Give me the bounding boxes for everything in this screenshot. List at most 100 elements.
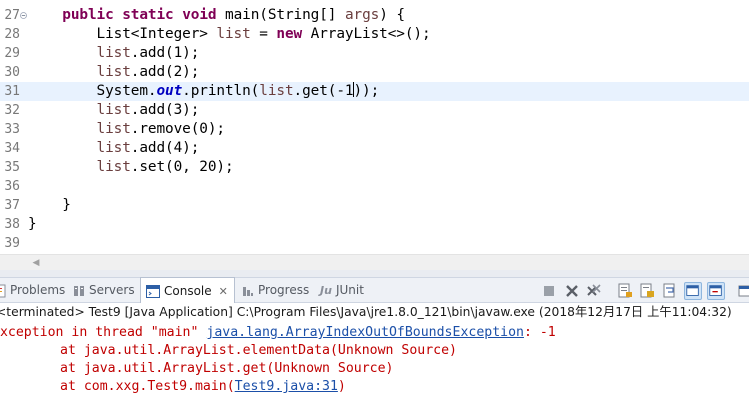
panel-divider[interactable] bbox=[0, 270, 749, 277]
tab-problems-label: Problems bbox=[10, 283, 66, 297]
code-line[interactable]: 28 List<Integer> list = new ArrayList<>(… bbox=[0, 25, 749, 44]
code-token-kw: void bbox=[182, 7, 217, 23]
code-token-kw: public bbox=[62, 7, 114, 23]
code-token-var: list bbox=[216, 26, 251, 42]
code-line[interactable]: 37 } bbox=[0, 196, 749, 215]
code-token: .println( bbox=[182, 83, 260, 99]
stack-frame-line: at java.util.ArrayList.get(Unknown Sourc… bbox=[0, 360, 749, 378]
line-number: 37 bbox=[4, 198, 20, 213]
line-number: 38 bbox=[4, 217, 20, 232]
fold-collapse-icon[interactable] bbox=[20, 12, 27, 19]
remove-all-terminated-icon[interactable] bbox=[585, 282, 603, 300]
stack-frame-line: at java.util.ArrayList.elementData(Unkno… bbox=[0, 342, 749, 360]
tab-problems[interactable]: Problems bbox=[0, 278, 65, 303]
exception-prefix: Exception in thread "main" bbox=[0, 325, 207, 340]
code-editor[interactable]: 27 public static void main(String[] args… bbox=[0, 0, 749, 254]
code-token: .add(1); bbox=[130, 45, 200, 61]
word-wrap-icon[interactable] bbox=[661, 282, 679, 300]
clear-console-icon[interactable] bbox=[616, 282, 634, 300]
tab-progress[interactable]: Progress bbox=[242, 278, 309, 303]
line-number: 34 bbox=[4, 141, 20, 156]
stack-frame-text: at com.xxg.Test9.main( bbox=[60, 379, 235, 394]
code-text: list.add(4); bbox=[28, 139, 200, 158]
code-token-var: list bbox=[96, 159, 131, 175]
show-console-on-error-icon[interactable] bbox=[707, 282, 725, 300]
console-output[interactable]: <terminated> Test9 [Java Application] C:… bbox=[0, 303, 749, 400]
terminate-icon[interactable] bbox=[540, 282, 558, 300]
code-line[interactable]: 32 list.add(3); bbox=[0, 101, 749, 120]
code-token-var: list bbox=[96, 64, 131, 80]
tab-progress-label: Progress bbox=[258, 283, 310, 297]
code-token: .set(0, 20); bbox=[130, 159, 234, 175]
code-token: .get(-1 bbox=[293, 83, 354, 99]
line-number: 39 bbox=[4, 236, 20, 251]
code-token: ArrayList<>(); bbox=[302, 26, 431, 42]
tab-console-close-icon[interactable]: ✕ bbox=[219, 279, 228, 305]
scroll-lock-icon[interactable] bbox=[638, 282, 656, 300]
code-token: = bbox=[250, 26, 277, 42]
code-token-var: list bbox=[96, 45, 131, 61]
line-number: 35 bbox=[4, 160, 20, 175]
tab-servers[interactable]: Servers bbox=[73, 278, 135, 303]
code-text: } bbox=[28, 215, 37, 234]
remove-launch-icon[interactable] bbox=[563, 282, 581, 300]
code-token: .remove(0); bbox=[130, 121, 225, 137]
exception-class-link[interactable]: java.lang.ArrayIndexOutOfBoundsException bbox=[206, 325, 524, 340]
code-text: list.remove(0); bbox=[28, 120, 226, 139]
line-number: 31 bbox=[4, 84, 20, 99]
line-number: 28 bbox=[4, 27, 20, 42]
code-line[interactable]: 30 list.add(2); bbox=[0, 63, 749, 82]
console-icon bbox=[146, 285, 160, 298]
code-line[interactable]: 36 bbox=[0, 177, 749, 196]
tab-servers-label: Servers bbox=[89, 283, 135, 297]
exception-message: : -1 bbox=[523, 325, 556, 340]
source-location-link[interactable]: Test9.java:31 bbox=[235, 379, 338, 394]
code-text: list.add(3); bbox=[28, 101, 200, 120]
line-number: 33 bbox=[4, 122, 20, 137]
stack-frame-line: at com.xxg.Test9.main(Test9.java:31) bbox=[0, 378, 749, 396]
code-token-var: list bbox=[96, 102, 131, 118]
code-line[interactable]: 29 list.add(1); bbox=[0, 44, 749, 63]
code-token: .add(3); bbox=[130, 102, 200, 118]
code-token-kw: new bbox=[276, 26, 303, 42]
code-token: ) { bbox=[379, 7, 405, 23]
code-token-kw: static bbox=[122, 7, 174, 23]
stack-frame-close: ) bbox=[337, 379, 346, 394]
code-text: List<Integer> list = new ArrayList<>(); bbox=[28, 25, 431, 44]
code-line[interactable]: 39 bbox=[0, 234, 749, 253]
code-line[interactable]: 34 list.add(4); bbox=[0, 139, 749, 158]
code-line[interactable]: 38} bbox=[0, 215, 749, 234]
scroll-left-arrow-icon[interactable]: ◀ bbox=[30, 257, 42, 269]
problems-icon bbox=[0, 284, 6, 297]
progress-icon bbox=[243, 286, 253, 296]
code-text: list.set(0, 20); bbox=[28, 158, 234, 177]
tab-console[interactable]: Console ✕ bbox=[140, 277, 235, 304]
code-line[interactable]: 27 public static void main(String[] args… bbox=[0, 6, 749, 25]
code-line[interactable]: 35 list.set(0, 20); bbox=[0, 158, 749, 177]
stack-frame-text: at java.util.ArrayList.elementData(Unkno… bbox=[60, 343, 457, 358]
code-line[interactable]: 31 System.out.println(list.get(-1)); bbox=[0, 82, 749, 101]
code-token: List<Integer> bbox=[28, 26, 217, 42]
code-token: } bbox=[28, 197, 71, 213]
code-token: } bbox=[28, 216, 37, 232]
line-number: 27 bbox=[4, 8, 20, 23]
code-text: public static void main(String[] args) { bbox=[28, 6, 405, 25]
code-token: System. bbox=[28, 83, 157, 99]
show-console-on-output-icon[interactable] bbox=[684, 282, 702, 300]
pin-console-icon[interactable] bbox=[738, 282, 749, 300]
tab-junit[interactable]: Ju JUnit bbox=[320, 278, 364, 303]
line-number: 32 bbox=[4, 103, 20, 118]
junit-icon: Ju bbox=[320, 284, 332, 297]
code-token-param: args bbox=[344, 7, 380, 23]
code-token: .add(4); bbox=[130, 140, 200, 156]
code-token-static: out bbox=[156, 83, 183, 99]
editor-horizontal-scrollbar[interactable]: ◀ bbox=[0, 254, 749, 270]
code-line[interactable]: 33 list.remove(0); bbox=[0, 120, 749, 139]
